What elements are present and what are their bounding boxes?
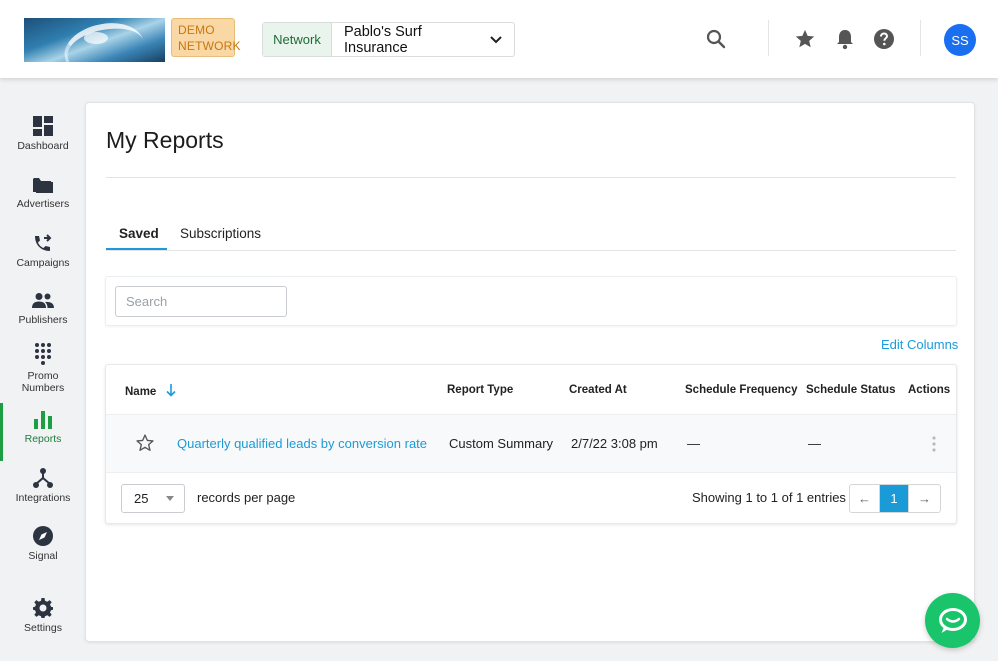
tab-saved[interactable]: Saved [119,226,159,241]
chat-button[interactable] [925,593,980,648]
star-icon[interactable] [793,27,817,51]
sidebar-item-promo-numbers[interactable]: Promo Numbers [0,342,86,394]
sidebar-item-integrations[interactable]: Integrations [0,468,86,504]
dashboard-icon [33,116,53,136]
page-title: My Reports [106,127,224,153]
star-outline-icon[interactable] [135,433,155,458]
sidebar-item-label: Integrations [15,492,71,504]
column-header-report-type[interactable]: Report Type [447,384,513,396]
network-value: Pablo's Surf Insurance [344,23,422,56]
help-icon[interactable] [872,27,896,51]
tab-subscriptions[interactable]: Subscriptions [180,226,261,241]
sidebar-item-label: Reports [24,433,62,445]
search-panel [105,276,957,326]
table-footer: 25 records per page Showing 1 to 1 of 1 … [106,473,956,523]
network-label: Network [263,23,332,56]
integrations-icon [33,468,53,488]
sidebar-item-signal[interactable]: Signal [0,526,86,562]
sidebar-item-label: Advertisers [16,198,70,210]
more-vertical-icon[interactable] [931,435,937,458]
compass-icon [33,526,53,546]
schedule-frequency-cell: — [687,436,700,451]
active-tab-indicator [106,248,167,250]
sidebar-item-reports[interactable]: Reports [0,403,86,461]
column-header-schedule-status[interactable]: Schedule Status [806,384,895,396]
folder-icon [33,178,53,193]
title-divider [106,177,956,178]
phone-forward-icon [35,234,52,251]
sidebar-item-label: Promo Numbers [21,370,65,394]
report-name-link[interactable]: Quarterly qualified leads by conversion … [177,436,427,451]
per-page-value: 25 [134,491,149,506]
search-input[interactable] [115,286,287,317]
prev-page-button[interactable]: ← [850,485,880,512]
gear-icon [33,598,53,618]
column-header-actions: Actions [908,384,951,396]
top-header: DEMO NETWORK Network Pablo's Surf Insura… [0,0,998,78]
demo-network-badge: DEMO NETWORK [171,18,241,57]
next-page-button[interactable]: → [908,485,940,512]
sidebar-item-label: Settings [24,622,62,634]
records-per-page-label: records per page [197,490,296,505]
chevron-down-icon [478,23,514,56]
sidebar-item-campaigns[interactable]: Campaigns [0,233,86,269]
bell-icon[interactable] [833,27,857,51]
records-per-page-select[interactable]: 25 [121,484,185,513]
sidebar-item-label: Signal [28,550,58,562]
table-row: Quarterly qualified leads by conversion … [106,414,956,473]
sidebar-item-label: Campaigns [16,257,70,269]
sort-down-icon [165,384,176,397]
main-card: My Reports Saved Subscriptions Edit Colu… [85,102,975,642]
edit-columns-link[interactable]: Edit Columns [881,337,958,352]
user-avatar[interactable]: SS [944,24,976,56]
network-select[interactable]: Network Pablo's Surf Insurance [262,22,515,57]
showing-entries-text: Showing 1 to 1 of 1 entries [692,490,846,505]
dialpad-icon [35,343,51,365]
created-at-cell: 2/7/22 3:08 pm [571,436,658,451]
header-divider-2 [920,20,921,56]
search-icon[interactable] [704,27,728,51]
sidebar-item-label: Publishers [18,314,68,326]
sidebar-item-advertisers[interactable]: Advertisers [0,176,86,210]
schedule-status-cell: — [808,436,821,451]
column-header-schedule-frequency[interactable]: Schedule Frequency [685,384,797,396]
sidebar-item-label: Dashboard [17,140,69,152]
reports-table: Name Report Type Created At Schedule Fre… [105,364,957,524]
sidebar: Dashboard Advertisers Campaigns Publishe… [0,78,86,661]
network-logo[interactable] [24,18,165,62]
people-icon [32,293,54,308]
sidebar-item-settings[interactable]: Settings [0,598,86,634]
logo-spray [84,32,108,44]
sidebar-item-publishers[interactable]: Publishers [0,292,86,326]
bar-chart-icon [34,411,52,429]
header-divider [768,20,769,56]
chat-bubble-icon [938,607,967,633]
column-header-created-at[interactable]: Created At [569,384,627,396]
caret-down-icon [166,496,174,501]
column-header-label: Name [125,386,157,398]
page-1-button[interactable]: 1 [880,485,908,512]
sidebar-item-dashboard[interactable]: Dashboard [0,116,86,152]
column-header-name[interactable]: Name [125,384,176,398]
report-type-cell: Custom Summary [449,436,554,451]
tab-bar: Saved Subscriptions [106,221,956,251]
pagination: ← 1 → [849,484,941,513]
